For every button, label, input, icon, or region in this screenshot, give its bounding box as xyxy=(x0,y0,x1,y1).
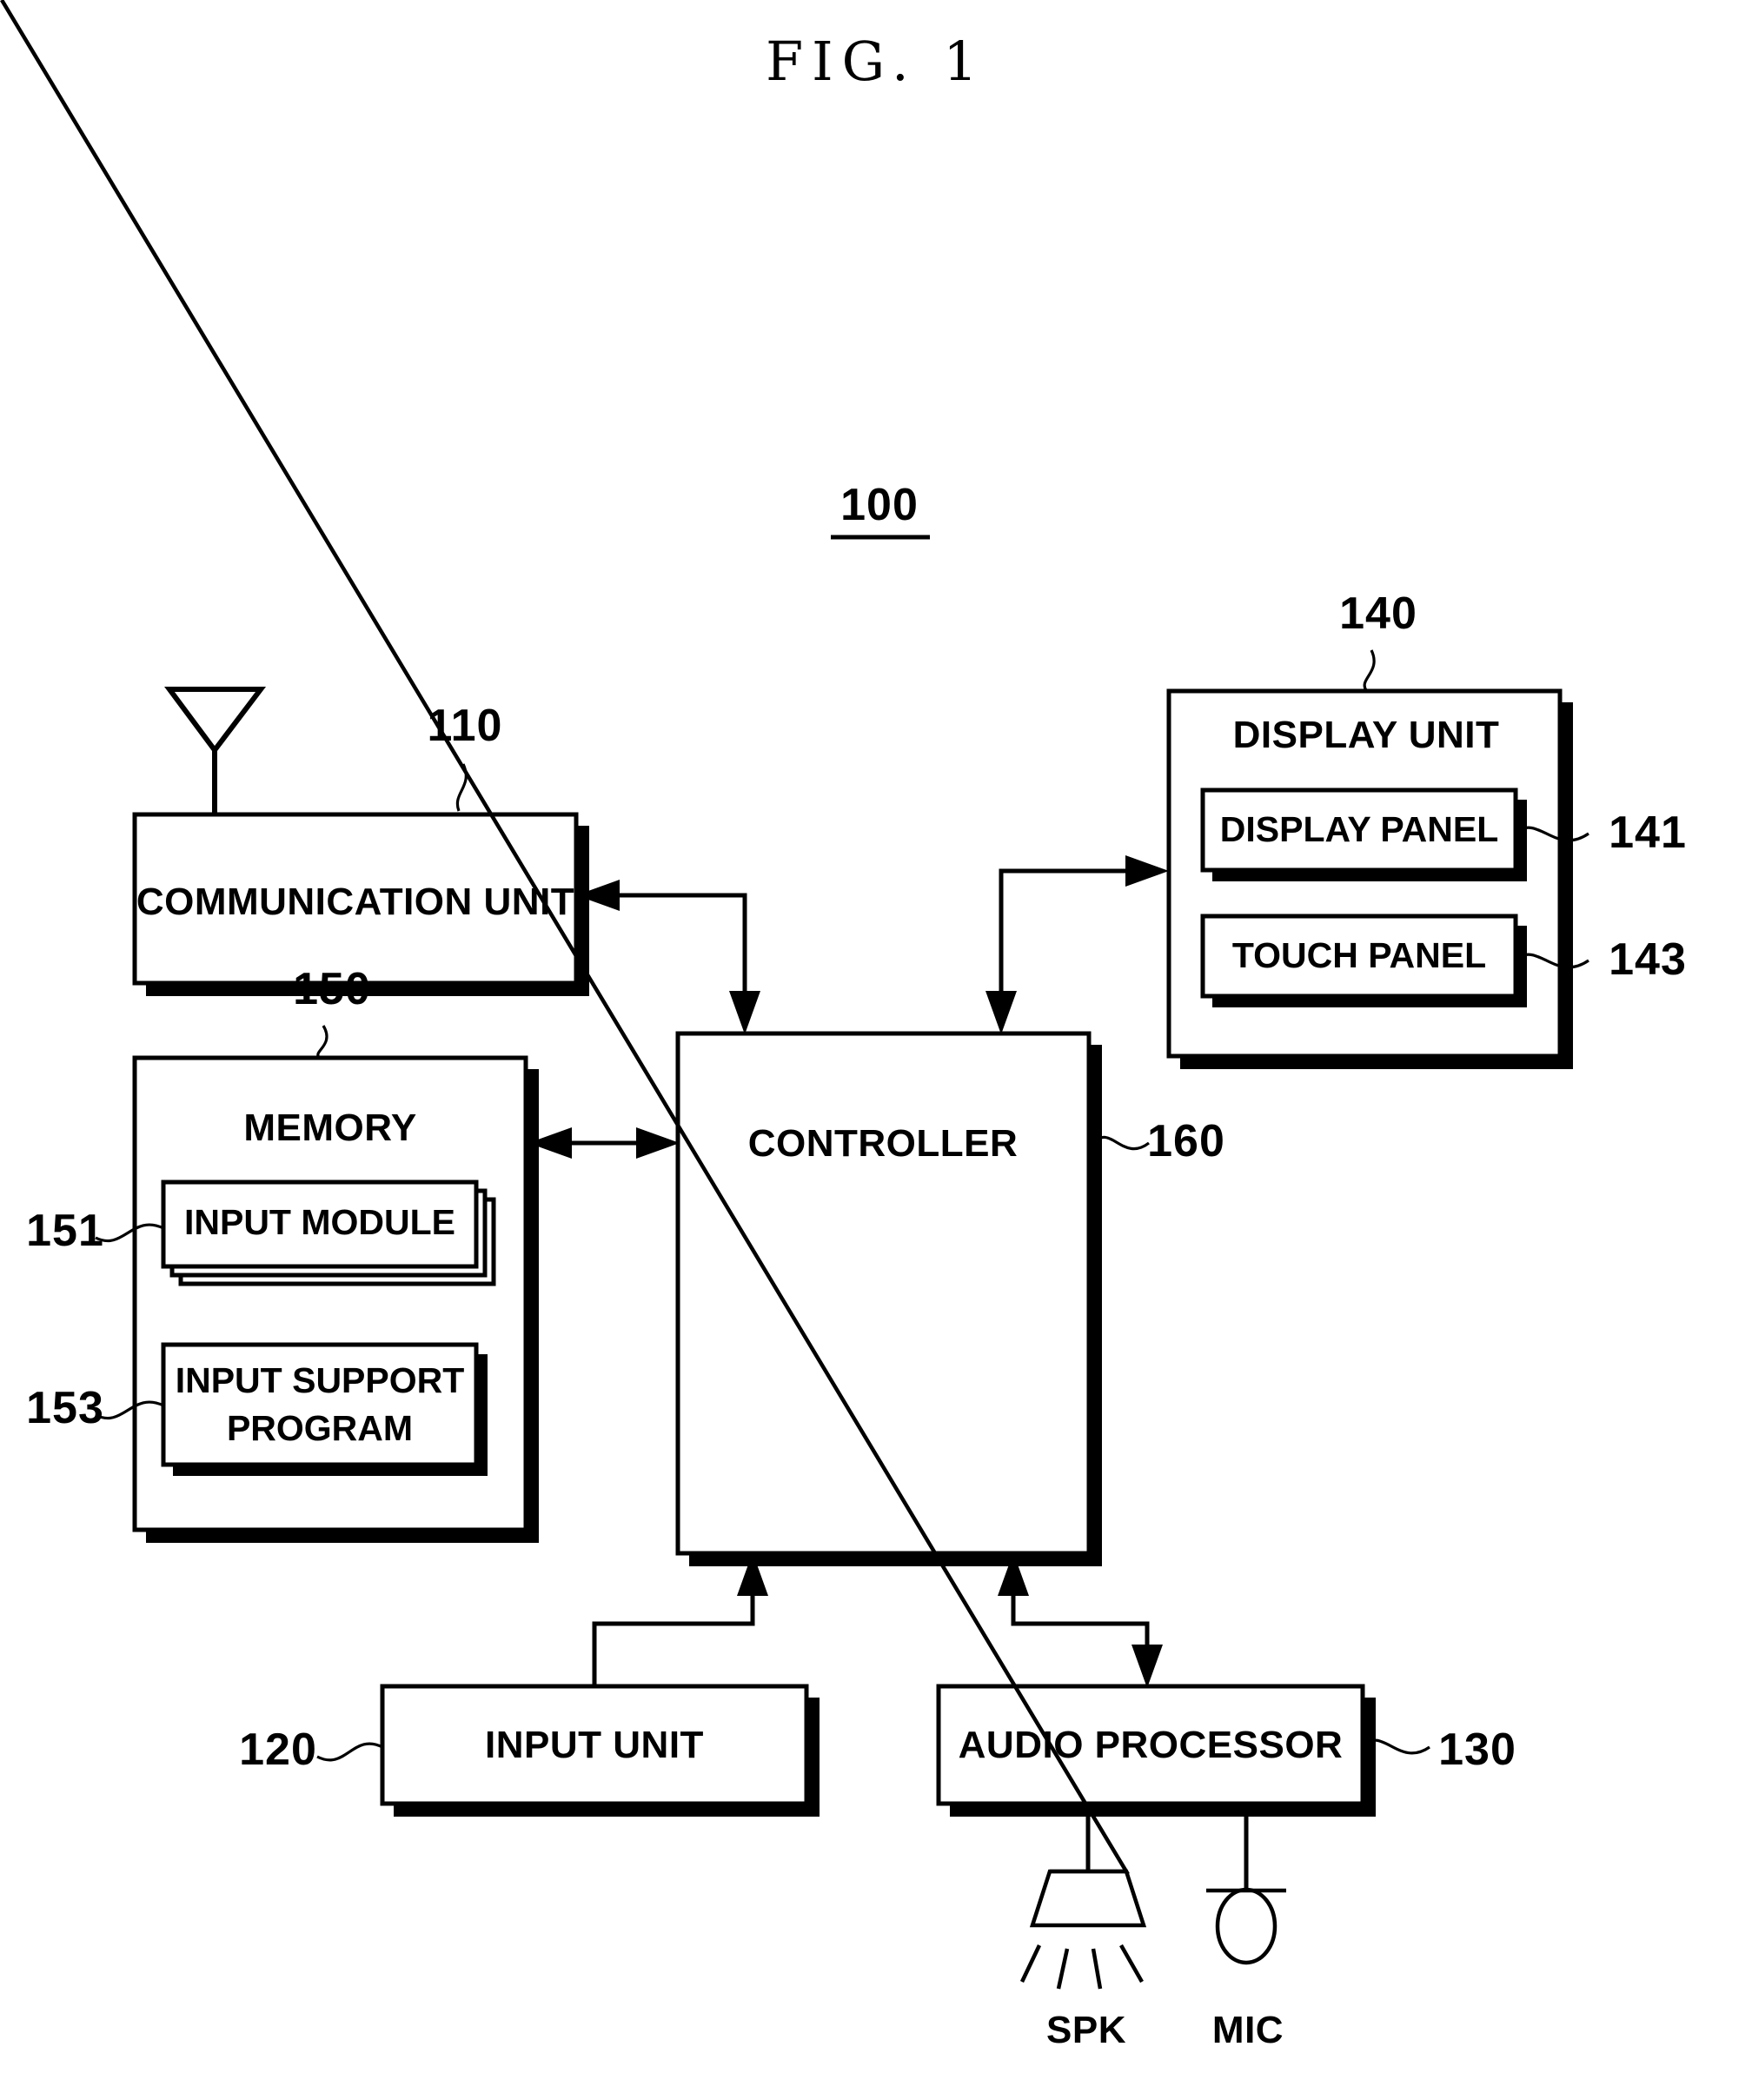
ref-150: 150 xyxy=(293,964,371,1060)
communication-unit-label: COMMUNICATION UNIT xyxy=(136,881,574,923)
touch-panel-label: TOUCH PANEL xyxy=(1232,935,1486,975)
antenna-icon xyxy=(164,687,267,813)
ref-151-text: 151 xyxy=(26,1206,104,1256)
input-unit-label: INPUT UNIT xyxy=(485,1724,704,1766)
block-touch-panel[interactable]: TOUCH PANEL xyxy=(1200,914,1527,1007)
microphone-icon: MIC xyxy=(1206,1804,1286,2051)
input-support-program-label-line1: INPUT SUPPORT xyxy=(176,1360,465,1400)
ref-140-text: 140 xyxy=(1339,588,1417,639)
display-panel-label: DISPLAY PANEL xyxy=(1220,809,1499,849)
connector-controller-communication-unit xyxy=(576,880,760,1034)
connector-memory-controller xyxy=(528,1127,680,1159)
block-input-module[interactable]: INPUT MODULE xyxy=(161,1180,496,1286)
speaker-label: SPK xyxy=(1046,2009,1126,2051)
ref-141-text: 141 xyxy=(1609,807,1687,858)
ref-120-text: 120 xyxy=(239,1725,317,1775)
block-input-support-program[interactable]: INPUT SUPPORT PROGRAM xyxy=(161,1342,488,1476)
ref-130: 130 xyxy=(1361,1725,1516,1775)
ref-160: 160 xyxy=(1092,1116,1225,1166)
audio-processor-label: AUDIO PROCESSOR xyxy=(959,1724,1344,1766)
block-input-unit[interactable]: INPUT UNIT xyxy=(380,1684,820,1817)
arrowhead-to-controller-right xyxy=(986,991,1017,1034)
microphone-label: MIC xyxy=(1212,2009,1284,2051)
connector-controller-display-unit xyxy=(986,855,1169,1034)
ref-130-text: 130 xyxy=(1438,1725,1516,1775)
display-unit-label: DISPLAY UNIT xyxy=(1233,714,1500,756)
controller-label: CONTROLLER xyxy=(748,1122,1019,1165)
ref-140: 140 xyxy=(1339,588,1417,691)
ref-160-text: 160 xyxy=(1147,1116,1225,1166)
connector-controller-audio-processor xyxy=(998,1552,1163,1688)
block-audio-processor[interactable]: AUDIO PROCESSOR xyxy=(936,1684,1376,1817)
memory-label: MEMORY xyxy=(243,1106,416,1149)
block-display-unit[interactable]: DISPLAY UNIT DISPLAY PANEL TOUCH PANEL xyxy=(1166,688,1573,1069)
input-support-program-label-line2: PROGRAM xyxy=(227,1408,413,1448)
ref-120: 120 xyxy=(239,1725,383,1775)
arrowhead-to-display-unit xyxy=(1125,855,1169,887)
block-diagram: 100 COMMUNICATION UNIT 110 DISPLAY UNIT xyxy=(0,0,1687,2051)
input-module-label: INPUT MODULE xyxy=(184,1202,455,1242)
block-controller[interactable]: CONTROLLER xyxy=(675,1031,1102,1566)
ref-143-text: 143 xyxy=(1609,934,1687,985)
block-display-panel[interactable]: DISPLAY PANEL xyxy=(1200,788,1527,881)
device-ref-100: 100 xyxy=(831,480,930,540)
block-memory[interactable]: MEMORY INPUT MODULE INPUT SUPPORT PROGRA… xyxy=(132,1055,539,1543)
arrowhead-to-audio-processor xyxy=(1132,1645,1163,1688)
ref-110: 110 xyxy=(428,701,501,812)
arrowhead-to-controller-left xyxy=(729,991,760,1034)
device-ref-100-text: 100 xyxy=(840,480,919,530)
arrowhead-to-controller-memory xyxy=(636,1127,680,1159)
patent-figure: FIG. 1 100 COMMUNICATION UNIT 110 DISPLA… xyxy=(0,0,1752,2100)
ref-150-text: 150 xyxy=(293,964,371,1014)
ref-153-text: 153 xyxy=(26,1383,104,1433)
connector-input-unit-controller xyxy=(592,1552,768,1686)
